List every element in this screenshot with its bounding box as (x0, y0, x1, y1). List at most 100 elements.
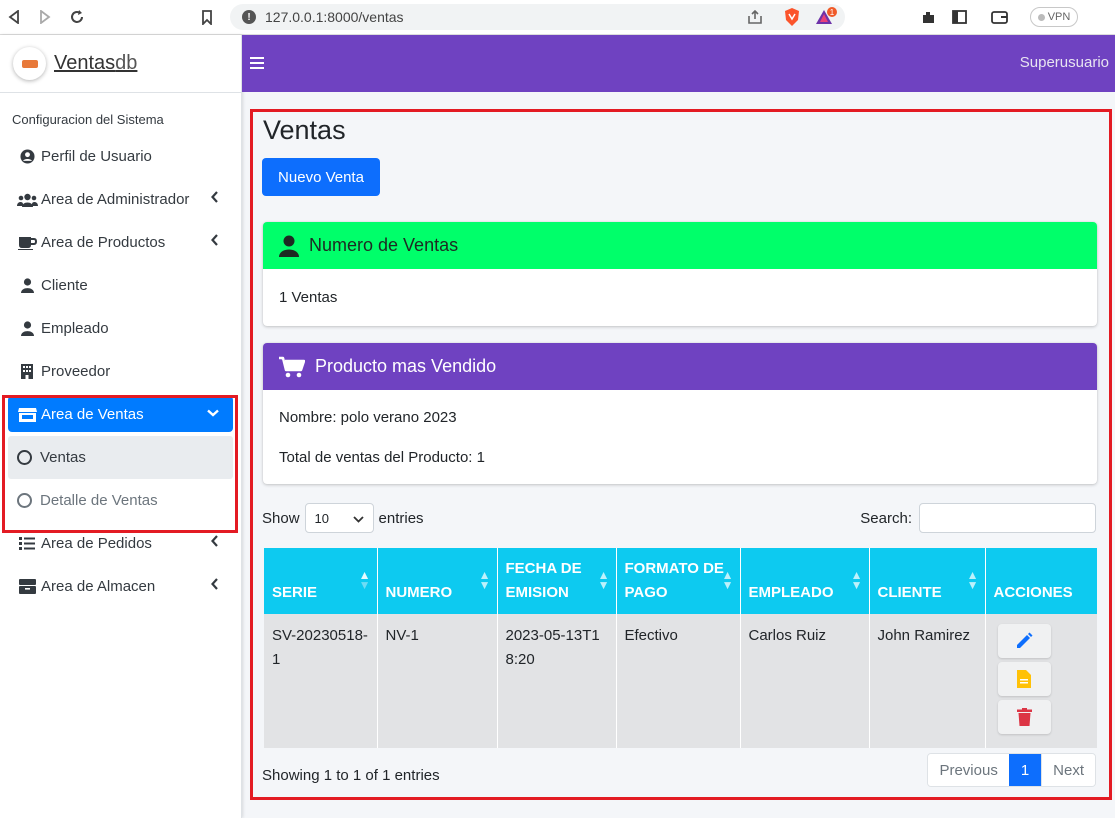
sidebar-item-almacen[interactable]: Area de Almacen (0, 565, 241, 608)
column-header-numero[interactable]: NUMERO ▲ ▼ (377, 548, 498, 614)
sort-asc-icon: ▲ ▼ (358, 568, 371, 592)
sidebar-item-label: Area de Pedidos (41, 535, 152, 552)
edit-button[interactable] (997, 624, 1051, 658)
share-icon[interactable] (747, 9, 763, 27)
page-title: Ventas (263, 115, 346, 145)
highlight-box (2, 395, 238, 533)
user-icon (279, 235, 299, 257)
user-menu[interactable]: Superusuario (1020, 54, 1109, 71)
sidebar-item-label: Area de Almacen (41, 578, 156, 595)
trash-icon (1016, 708, 1032, 726)
cell-fecha: 2023-05-13T18:20 (497, 614, 617, 748)
brand-link[interactable]: Ventasdb (0, 35, 241, 93)
card-header: Numero de Ventas (263, 222, 1097, 269)
sort-icon: ▲ ▼ (721, 568, 734, 592)
cell-numero: NV-1 (377, 614, 498, 748)
nav-header: Configuracion del Sistema (12, 112, 164, 127)
building-icon (16, 364, 38, 379)
entries-value: 10 (314, 510, 329, 526)
sidebar-item-label: Area de Productos (41, 234, 166, 251)
sort-icon: ▲ ▼ (478, 568, 491, 592)
sidebar-item-productos[interactable]: Area de Productos (0, 221, 241, 264)
entries-length-control: Show 10 entries (262, 503, 424, 533)
list-icon (16, 537, 38, 550)
chevron-left-icon (211, 234, 219, 249)
entries-label: entries (378, 509, 424, 527)
new-sale-button[interactable]: Nuevo Venta (262, 158, 380, 196)
column-header-serie[interactable]: SERIE ▲ ▼ (264, 548, 378, 614)
cell-acciones (985, 614, 1097, 748)
sidebar-item-proveedor[interactable]: Proveedor (0, 350, 241, 393)
sort-icon: ▲ ▼ (966, 568, 979, 592)
column-header-empleado[interactable]: EMPLEADO ▲ ▼ (740, 548, 870, 614)
sales-count-card: Numero de Ventas 1 Ventas (263, 222, 1097, 326)
warehouse-icon (16, 579, 38, 594)
vpn-button[interactable]: VPN (1030, 7, 1078, 27)
card-header: Producto mas Vendido (263, 343, 1097, 390)
product-total-text: Total de ventas del Producto: 1 (279, 449, 485, 466)
cell-serie: SV-20230518-1 (264, 614, 378, 748)
top-product-card: Producto mas Vendido Nombre: polo verano… (263, 343, 1097, 484)
sidebar-item-cliente[interactable]: Cliente (0, 264, 241, 307)
sidebar-toggle-icon[interactable] (947, 5, 971, 29)
sidebar-item-label: Cliente (41, 277, 88, 294)
search-input[interactable] (919, 503, 1096, 533)
show-label: Show (262, 509, 300, 527)
sidebar-item-empleado[interactable]: Empleado (0, 307, 241, 350)
sort-icon: ▲ ▼ (597, 568, 610, 592)
sidebar-item-label: Perfil de Usuario (41, 148, 152, 165)
svg-text:1: 1 (830, 8, 835, 17)
back-icon[interactable] (2, 5, 26, 29)
mug-icon (16, 236, 38, 250)
card-title: Producto mas Vendido (315, 356, 497, 376)
table-row: SV-20230518-1 NV-1 2023-05-13T18:20 Efec… (264, 614, 1097, 748)
main-content: Ventas Nuevo Venta Numero de Ventas 1 Ve… (250, 109, 1112, 800)
search-label: Search: (860, 509, 912, 527)
user-icon (16, 321, 38, 336)
site-info-icon[interactable]: ! (242, 10, 256, 24)
chevron-left-icon (211, 578, 219, 593)
document-button[interactable] (997, 662, 1051, 696)
address-bar[interactable]: ! 127.0.0.1:8000/ventas 1 (230, 4, 845, 30)
menu-toggle-icon[interactable] (250, 53, 264, 74)
url-text: 127.0.0.1:8000/ventas (265, 9, 404, 25)
cell-cliente: John Ramirez (869, 614, 986, 748)
top-navbar: Superusuario (242, 35, 1115, 92)
chevron-left-icon (211, 535, 219, 550)
sidebar-item-perfil[interactable]: Perfil de Usuario (0, 135, 241, 178)
sidebar-item-administrador[interactable]: Area de Administrador (0, 178, 241, 221)
pagination: Previous 1 Next (927, 753, 1096, 787)
vpn-label: VPN (1047, 11, 1071, 23)
browser-toolbar: ! 127.0.0.1:8000/ventas 1 VPN (0, 0, 1115, 35)
card-title: Numero de Ventas (309, 235, 459, 255)
previous-button[interactable]: Previous (928, 754, 1009, 786)
sales-table: SERIE ▲ ▼ NUMERO ▲ ▼ FECHA DE EMISION ▲ ▼ FORM… (264, 548, 1097, 748)
sidebar-item-label: Area de Administrador (41, 191, 190, 208)
column-header-cliente[interactable]: CLIENTE ▲ ▼ (869, 548, 986, 614)
sidebar-item-label: Proveedor (41, 363, 111, 380)
cell-formato: Efectivo (616, 614, 741, 748)
sort-icon: ▲ ▼ (850, 568, 863, 592)
reload-icon[interactable] (65, 5, 89, 29)
brave-rewards-icon[interactable]: 1 (815, 7, 837, 30)
column-header-fecha[interactable]: FECHA DE EMISION ▲ ▼ (497, 548, 617, 614)
entries-select[interactable]: 10 (304, 503, 374, 533)
sidebar-item-label: Empleado (41, 320, 109, 337)
bookmark-icon[interactable] (195, 5, 219, 29)
table-header-row: SERIE ▲ ▼ NUMERO ▲ ▼ FECHA DE EMISION ▲ ▼ FORM… (264, 548, 1097, 614)
brave-shield-icon[interactable] (783, 7, 801, 30)
sales-count-text: 1 Ventas (279, 289, 338, 306)
cart-icon (279, 356, 305, 378)
chevron-left-icon (211, 191, 219, 206)
extensions-icon[interactable] (916, 5, 940, 29)
column-header-formato[interactable]: FORMATO DE PAGO ▲ ▼ (616, 548, 741, 614)
chevron-down-icon (352, 511, 364, 526)
user-circle-icon (16, 149, 38, 164)
delete-button[interactable] (997, 700, 1051, 734)
page-1-button[interactable]: 1 (1008, 754, 1042, 786)
pencil-icon (1015, 632, 1033, 650)
column-header-acciones: ACCIONES (985, 548, 1097, 614)
forward-icon[interactable] (33, 5, 57, 29)
wallet-icon[interactable] (987, 5, 1011, 29)
next-button[interactable]: Next (1041, 754, 1095, 786)
